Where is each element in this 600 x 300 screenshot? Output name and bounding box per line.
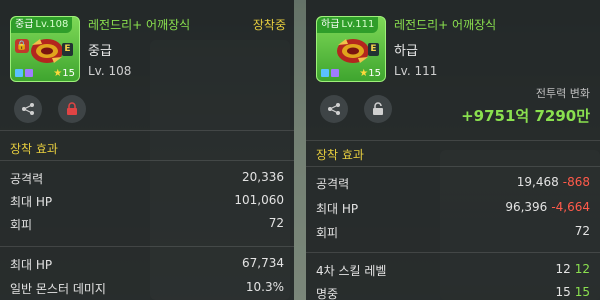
shoulder-ornament-icon bbox=[337, 39, 369, 63]
stat-value-number: 96,396 bbox=[505, 200, 548, 214]
section-title: 장착 효과 bbox=[316, 148, 364, 162]
stat-label: 일반 몬스터 데미지 bbox=[10, 282, 106, 296]
grade-tag-label: 중급 bbox=[15, 19, 34, 30]
unlock-icon bbox=[373, 102, 383, 115]
item-header: 하급 Lv.111 E ★15 레전드리+ 어깨장식 하급 Lv. 111 전투력… bbox=[306, 0, 600, 130]
divider bbox=[306, 252, 600, 253]
item-slot[interactable]: 중급 Lv.108 🔒 E ★15 bbox=[10, 16, 80, 82]
stat-value-number: 19,468 bbox=[516, 175, 559, 189]
stat-row: 최대 HP 101,060 bbox=[10, 193, 284, 213]
item-level: Lv. 108 bbox=[88, 64, 132, 78]
stat-row: 회피 72 bbox=[10, 216, 284, 236]
stat-diff: 12 bbox=[574, 262, 590, 276]
equipped-item-panel: 중급 Lv.108 🔒 E ★15 레전드리+ 어깨장식 중급 Lv. 108 장… bbox=[0, 0, 294, 300]
divider bbox=[0, 246, 294, 247]
stat-row: 명중 15 15 bbox=[316, 285, 590, 300]
stat-label: 명중 bbox=[316, 287, 339, 300]
item-name: 레전드리+ 어깨장식 bbox=[394, 18, 497, 32]
star-count: ★15 bbox=[53, 68, 75, 79]
stat-value: 12 12 bbox=[555, 262, 590, 282]
stat-row: 공격력 19,468 -868 bbox=[316, 175, 590, 195]
grade-tag-label: 하급 bbox=[321, 19, 340, 30]
grade-tag: 하급 Lv.111 bbox=[317, 17, 379, 33]
stat-row: 최대 HP 96,396 -4,664 bbox=[316, 200, 590, 220]
shoulder-ornament-icon bbox=[31, 39, 63, 63]
stat-diff: 15 bbox=[574, 285, 590, 299]
item-grade: 중급 bbox=[88, 44, 112, 59]
item-header: 중급 Lv.108 🔒 E ★15 레전드리+ 어깨장식 중급 Lv. 108 장… bbox=[0, 0, 294, 130]
stat-row: 4차 스킬 레벨 12 12 bbox=[316, 262, 590, 282]
item-slot[interactable]: 하급 Lv.111 E ★15 bbox=[316, 16, 386, 82]
potential-badge: E bbox=[368, 43, 379, 56]
stat-value: 72 bbox=[574, 224, 590, 238]
unlock-button[interactable] bbox=[364, 95, 392, 123]
divider bbox=[0, 130, 294, 131]
stat-value-number: 12 bbox=[555, 262, 571, 276]
star-count-value: 15 bbox=[62, 68, 75, 79]
item-level: Lv. 111 bbox=[394, 64, 438, 78]
panel-divider bbox=[294, 0, 306, 300]
stat-label: 회피 bbox=[10, 218, 33, 232]
divider bbox=[306, 166, 600, 167]
lock-icon bbox=[67, 102, 77, 115]
stat-row: 최대 HP 67,734 bbox=[10, 256, 284, 276]
share-icon bbox=[328, 103, 340, 115]
star-icon: ★ bbox=[53, 68, 63, 79]
stat-row: 일반 몬스터 데미지 10.3% bbox=[10, 280, 284, 300]
stat-value: 15 15 bbox=[555, 285, 590, 300]
stat-value: 10.3% bbox=[245, 280, 284, 294]
rank-dots bbox=[15, 69, 33, 77]
stat-label: 공격력 bbox=[316, 177, 350, 191]
stat-label: 회피 bbox=[316, 226, 339, 240]
stat-label: 최대 HP bbox=[316, 202, 359, 216]
item-name: 레전드리+ 어깨장식 bbox=[88, 18, 191, 32]
stat-value: 20,336 bbox=[242, 170, 284, 184]
stat-row: 공격력 20,336 bbox=[10, 170, 284, 190]
stat-label: 4차 스킬 레벨 bbox=[316, 264, 387, 278]
stat-label: 최대 HP bbox=[10, 258, 53, 272]
combat-power-label: 전투력 변화 bbox=[535, 87, 590, 100]
item-grade: 하급 bbox=[394, 44, 418, 59]
compare-item-panel: 하급 Lv.111 E ★15 레전드리+ 어깨장식 하급 Lv. 111 전투력… bbox=[306, 0, 600, 300]
combat-power-change: +9751억 7290만 bbox=[461, 107, 590, 125]
stat-row: 회피 72 bbox=[316, 224, 590, 244]
rank-dots bbox=[321, 69, 339, 77]
section-title: 장착 효과 bbox=[10, 142, 58, 156]
star-icon: ★ bbox=[359, 68, 369, 79]
stat-value: 101,060 bbox=[234, 193, 284, 207]
stat-value: 67,734 bbox=[242, 256, 284, 270]
stat-value-number: 15 bbox=[555, 285, 571, 299]
divider bbox=[0, 160, 294, 161]
stat-value: 96,396 -4,664 bbox=[505, 200, 590, 220]
lock-button[interactable] bbox=[58, 95, 86, 123]
share-button[interactable] bbox=[14, 95, 42, 123]
grade-tag-level: Lv.111 bbox=[341, 19, 375, 30]
equipped-status: 장착중 bbox=[252, 18, 286, 32]
stat-label: 최대 HP bbox=[10, 195, 53, 209]
lock-icon: 🔒 bbox=[15, 39, 29, 53]
stat-value: 19,468 -868 bbox=[517, 175, 590, 195]
stat-diff: -4,664 bbox=[551, 200, 590, 214]
potential-badge: E bbox=[62, 43, 73, 56]
divider bbox=[306, 140, 600, 141]
grade-tag-level: Lv.108 bbox=[35, 19, 69, 30]
share-button[interactable] bbox=[320, 95, 348, 123]
stat-diff: -868 bbox=[562, 175, 590, 189]
star-count-value: 15 bbox=[368, 68, 381, 79]
stat-value: 72 bbox=[268, 216, 284, 230]
stat-label: 공격력 bbox=[10, 172, 44, 186]
star-count: ★15 bbox=[359, 68, 381, 79]
grade-tag: 중급 Lv.108 bbox=[11, 17, 73, 33]
share-icon bbox=[22, 103, 34, 115]
